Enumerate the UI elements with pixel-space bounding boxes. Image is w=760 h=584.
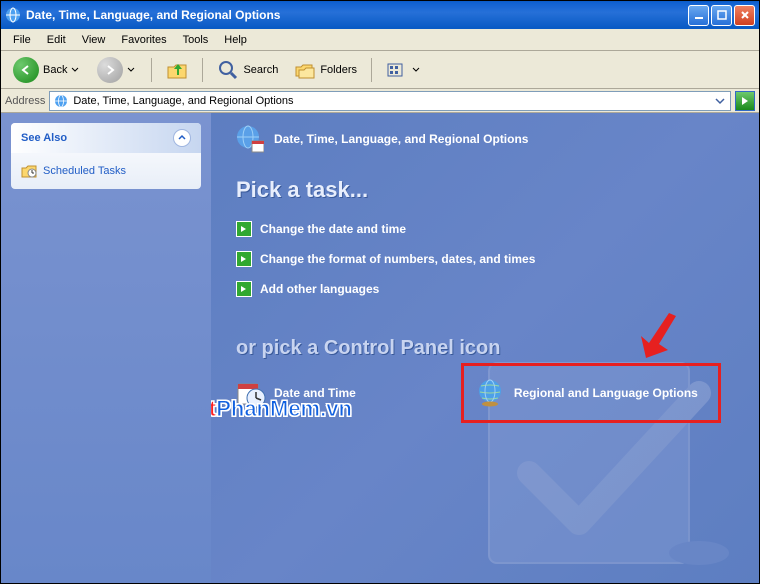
back-icon xyxy=(13,57,39,83)
back-label: Back xyxy=(43,64,67,76)
content-area: Date, Time, Language, and Regional Optio… xyxy=(211,113,759,583)
see-also-body: Scheduled Tasks xyxy=(11,153,201,189)
back-button[interactable]: Back xyxy=(7,53,87,87)
forward-button[interactable] xyxy=(91,53,143,87)
maximize-button[interactable] xyxy=(711,5,732,26)
address-label: Address xyxy=(5,95,45,107)
menu-file[interactable]: File xyxy=(5,31,39,49)
minimize-button[interactable] xyxy=(688,5,709,26)
toolbar-separator xyxy=(202,58,203,82)
window-icon xyxy=(5,7,21,23)
scheduled-tasks-icon xyxy=(21,163,37,179)
see-also-header: See Also xyxy=(11,123,201,153)
arrow-icon xyxy=(236,281,252,297)
folders-icon xyxy=(294,59,316,81)
menu-edit[interactable]: Edit xyxy=(39,31,74,49)
menu-tools[interactable]: Tools xyxy=(175,31,217,49)
category-icon xyxy=(236,125,264,153)
menu-favorites[interactable]: Favorites xyxy=(113,31,174,49)
task-label: Change the format of numbers, dates, and… xyxy=(260,252,535,266)
titlebar: Date, Time, Language, and Regional Optio… xyxy=(1,1,759,29)
arrow-icon xyxy=(236,221,252,237)
close-button[interactable] xyxy=(734,5,755,26)
collapse-button[interactable] xyxy=(173,129,191,147)
search-button[interactable]: Search xyxy=(211,55,284,85)
menubar: File Edit View Favorites Tools Help xyxy=(1,29,759,51)
see-also-panel: See Also Scheduled Tasks xyxy=(11,123,201,189)
address-row: Address Date, Time, Language, and Region… xyxy=(1,89,759,113)
menu-help[interactable]: Help xyxy=(216,31,255,49)
side-panel: See Also Scheduled Tasks xyxy=(1,113,211,583)
main-area: See Also Scheduled Tasks Date, Time, Lan… xyxy=(1,113,759,583)
views-button[interactable] xyxy=(380,56,428,84)
up-folder-icon xyxy=(166,59,188,81)
go-button[interactable] xyxy=(735,91,755,111)
toolbar: Back Search Folders xyxy=(1,51,759,89)
address-icon xyxy=(53,93,69,109)
folders-button[interactable]: Folders xyxy=(288,55,363,85)
watermark: ThuThuatPhanMem.vn xyxy=(211,396,352,423)
task-label: Add other languages xyxy=(260,282,379,296)
address-dropdown-icon[interactable] xyxy=(713,94,727,108)
folders-label: Folders xyxy=(320,64,357,76)
arrow-icon xyxy=(236,251,252,267)
sidebar-item-label: Scheduled Tasks xyxy=(43,165,126,177)
chevron-down-icon xyxy=(412,66,422,74)
search-label: Search xyxy=(243,64,278,76)
window-title: Date, Time, Language, and Regional Optio… xyxy=(26,8,688,22)
arrow-annotation xyxy=(631,308,681,363)
task-list: Change the date and time Change the form… xyxy=(236,221,739,297)
task-label: Change the date and time xyxy=(260,222,406,236)
up-button[interactable] xyxy=(160,55,194,85)
address-text: Date, Time, Language, and Regional Optio… xyxy=(73,95,293,107)
watermark-part3: .vn xyxy=(320,396,352,421)
toolbar-separator xyxy=(151,58,152,82)
highlight-annotation xyxy=(461,363,721,423)
task-change-format[interactable]: Change the format of numbers, dates, and… xyxy=(236,251,739,267)
category-title: Date, Time, Language, and Regional Optio… xyxy=(274,132,528,146)
see-also-title: See Also xyxy=(21,132,67,144)
chevron-down-icon xyxy=(127,66,137,74)
category-header: Date, Time, Language, and Regional Optio… xyxy=(236,125,739,153)
task-change-date-time[interactable]: Change the date and time xyxy=(236,221,739,237)
watermark-part2: PhanMem xyxy=(216,396,320,421)
toolbar-separator xyxy=(371,58,372,82)
address-input[interactable]: Date, Time, Language, and Regional Optio… xyxy=(49,91,731,111)
views-icon xyxy=(386,60,408,80)
menu-view[interactable]: View xyxy=(74,31,114,49)
chevron-down-icon xyxy=(71,66,81,74)
sidebar-item-scheduled-tasks[interactable]: Scheduled Tasks xyxy=(21,163,191,179)
pick-task-heading: Pick a task... xyxy=(236,177,739,203)
window-controls xyxy=(688,5,755,26)
forward-icon xyxy=(97,57,123,83)
task-add-languages[interactable]: Add other languages xyxy=(236,281,739,297)
search-icon xyxy=(217,59,239,81)
